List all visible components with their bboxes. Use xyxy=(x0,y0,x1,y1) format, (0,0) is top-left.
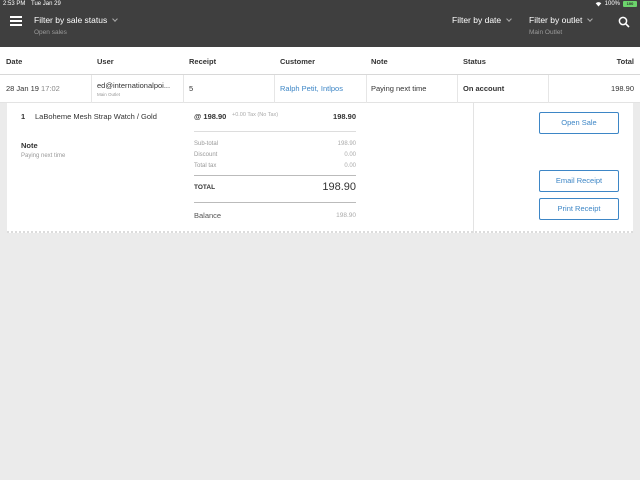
balance-value: 198.90 xyxy=(336,212,356,219)
row-receipt: 5 xyxy=(189,84,194,93)
divider xyxy=(194,131,356,132)
chevron-down-icon xyxy=(112,16,119,22)
column-divider xyxy=(457,75,458,103)
subtotal-label: Sub-total xyxy=(194,141,219,147)
col-date[interactable]: Date xyxy=(6,57,22,66)
sale-detail-panel: 1 LaBoheme Mesh Strap Watch / Gold @ 198… xyxy=(7,103,633,233)
col-user[interactable]: User xyxy=(97,57,114,66)
line-item-name: LaBoheme Mesh Strap Watch / Gold xyxy=(35,112,157,121)
status-bar: 2:53 PM Tue Jan 29 100% 100 xyxy=(0,0,640,10)
column-divider xyxy=(91,75,92,103)
filter-outlet-value: Main Outlet xyxy=(529,29,563,36)
menu-icon[interactable] xyxy=(10,16,22,26)
chevron-down-icon xyxy=(587,16,594,22)
note-heading: Note xyxy=(21,141,38,150)
row-user-email: ed@internationalpoi... xyxy=(97,81,171,90)
filter-outlet-label: Filter by outlet xyxy=(529,15,583,25)
battery-level: 100 xyxy=(626,1,634,6)
row-user-outlet: Main Outlet xyxy=(97,92,121,97)
line-item-total: 198.90 xyxy=(333,112,356,121)
col-note[interactable]: Note xyxy=(371,57,388,66)
note-text: Paying next time xyxy=(21,153,66,159)
row-user: ed@internationalpoi... Main Outlet xyxy=(97,81,170,97)
column-divider xyxy=(366,75,367,103)
line-item-qty: 1 xyxy=(21,112,26,121)
line-item-tax: +0.00 Tax (No Tax) xyxy=(232,112,279,118)
divider xyxy=(194,202,356,203)
print-receipt-button[interactable]: Print Receipt xyxy=(539,198,619,220)
detail-divider xyxy=(473,103,474,233)
col-customer[interactable]: Customer xyxy=(280,57,315,66)
filter-sale-status-label: Filter by sale status xyxy=(34,15,108,25)
divider xyxy=(194,175,356,176)
status-time: 2:53 PM xyxy=(3,1,26,7)
row-customer-link[interactable]: Ralph Petit, Intlpos xyxy=(280,84,343,93)
chevron-down-icon xyxy=(506,16,512,22)
open-sale-button[interactable]: Open Sale xyxy=(539,112,619,134)
row-total: 198.90 xyxy=(611,84,634,93)
filter-date[interactable]: Filter by date xyxy=(452,15,512,25)
battery-percent: 100% xyxy=(604,1,620,7)
total-value: 198.90 xyxy=(322,181,356,193)
filter-sale-status[interactable]: Filter by sale status Open sales xyxy=(34,15,119,36)
row-status: On account xyxy=(463,84,505,93)
row-date-day: 28 Jan 19 xyxy=(6,84,39,93)
discount-label: Discount xyxy=(194,152,218,158)
column-divider xyxy=(548,75,549,103)
table-row[interactable]: 28 Jan 19 17:02 ed@internationalpoi... Ma… xyxy=(0,75,640,103)
status-right: 100% 100 xyxy=(595,1,637,7)
battery-icon: 100 xyxy=(623,1,637,7)
discount-value: 0.00 xyxy=(344,152,356,158)
col-status[interactable]: Status xyxy=(463,57,486,66)
status-date: Tue Jan 29 xyxy=(31,1,61,7)
line-item-unit-price: @ 198.90 xyxy=(194,112,227,121)
top-bar: 2:53 PM Tue Jan 29 100% 100 Filter by sa… xyxy=(0,0,640,47)
column-divider xyxy=(274,75,275,103)
table-header: Date User Receipt Customer Note Status T… xyxy=(0,47,640,75)
filter-outlet[interactable]: Filter by outlet Main Outlet xyxy=(529,15,594,36)
subtotal-value: 198.90 xyxy=(337,141,356,147)
email-receipt-button[interactable]: Email Receipt xyxy=(539,170,619,192)
row-date-time: 17:02 xyxy=(41,84,60,93)
total-label: TOTAL xyxy=(194,184,216,191)
wifi-icon xyxy=(595,2,601,7)
total-tax-value: 0.00 xyxy=(344,163,356,169)
filter-sale-status-value: Open sales xyxy=(34,29,67,36)
balance-label: Balance xyxy=(194,211,222,220)
search-icon[interactable] xyxy=(618,16,630,28)
filter-date-label: Filter by date xyxy=(452,15,502,25)
column-divider xyxy=(183,75,184,103)
col-receipt[interactable]: Receipt xyxy=(189,57,216,66)
row-date: 28 Jan 19 17:02 xyxy=(6,84,60,93)
row-note: Paying next time xyxy=(371,84,427,93)
col-total[interactable]: Total xyxy=(617,57,634,66)
total-tax-label: Total tax xyxy=(194,163,217,169)
